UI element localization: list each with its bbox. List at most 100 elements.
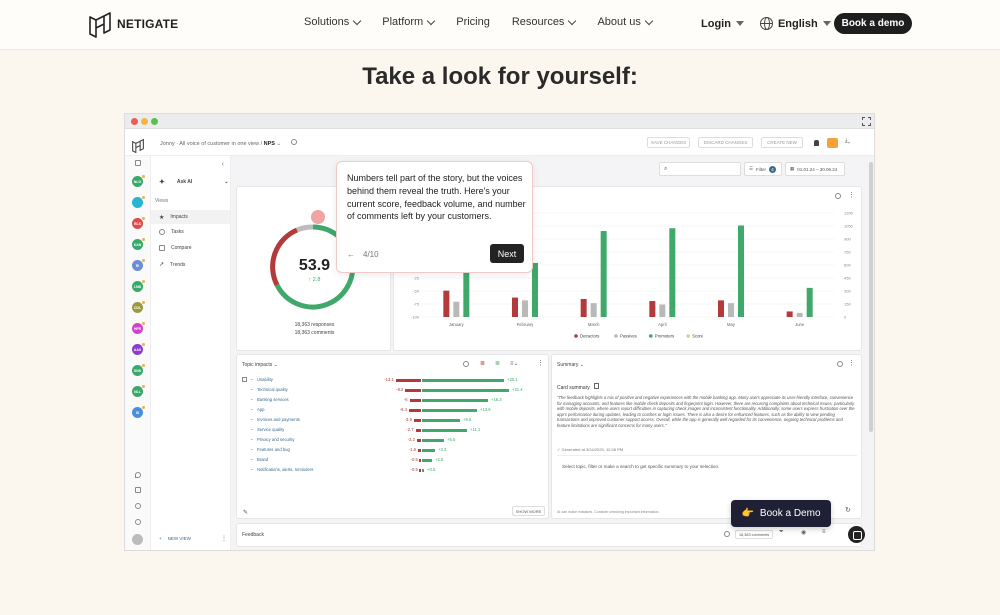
download-icon[interactable]: ⤓⌄ (845, 138, 859, 148)
sort-icon[interactable]: ≡⌄ (510, 360, 519, 367)
edit-icon[interactable]: ✎ (243, 509, 248, 516)
netigate-logo[interactable]: NETIGATE (87, 10, 178, 38)
topic-impacts-title[interactable]: Topic impacts ⌄ (242, 362, 278, 368)
more-icon[interactable]: ⋮ (537, 359, 544, 367)
language-selector[interactable]: English (759, 17, 831, 30)
workspace-avatar[interactable]: HFR (132, 322, 145, 334)
sidebar-item-impacts[interactable]: ★ Impacts (151, 210, 230, 224)
x-tick-label: March (588, 322, 600, 327)
y-right-tick-label: 1050 (844, 224, 854, 229)
topic-row[interactable]: ⌄ Invoices and payments -3.9 +9.5 (237, 416, 547, 426)
show-more-button[interactable]: SHOW MORE (512, 506, 545, 516)
workspace-avatar[interactable]: RLS (132, 217, 145, 229)
calendar-icon[interactable] (135, 487, 141, 493)
chevron-down-icon[interactable]: ⌄ (250, 446, 254, 451)
nav-resources[interactable]: Resources (512, 16, 577, 28)
workspace-avatar[interactable]: KAN (132, 238, 145, 250)
sidebar-item-trends[interactable]: ↗ Trends (159, 261, 185, 269)
topic-row[interactable]: ⌄ Service quality -2.7 +11.1 (237, 426, 547, 436)
sidebar-item-compare[interactable]: Compare (159, 245, 192, 251)
book-a-demo-button[interactable]: Book a demo (834, 13, 912, 34)
filter-icon[interactable]: ⏷ (779, 529, 784, 536)
y-left-tick-label: -75 (413, 302, 420, 307)
chevron-down-icon[interactable]: ⌄ (250, 406, 254, 411)
tour-hotspot[interactable] (311, 210, 325, 224)
nav-pricing[interactable]: Pricing (456, 16, 490, 28)
nav-about-us[interactable]: About us (597, 16, 654, 28)
chevron-down-icon[interactable]: ⌄ (250, 386, 254, 391)
workspace-avatar[interactable]: NLG (132, 175, 145, 187)
search-input[interactable]: ⌕ (659, 162, 741, 176)
back-arrow-icon[interactable]: ← (347, 250, 355, 259)
topic-row[interactable]: ⌄ Technical quality -8.2 +21.4 (237, 386, 547, 396)
refresh-icon[interactable]: ↻ (845, 506, 851, 514)
chevron-down-icon[interactable]: ⌄ (250, 416, 254, 421)
share-icon[interactable] (827, 138, 838, 148)
more-icon[interactable]: ⋮ (848, 359, 855, 367)
workspace-avatar[interactable]: CDL (132, 301, 145, 313)
help-icon[interactable] (135, 519, 141, 525)
select-checkbox[interactable] (242, 377, 247, 382)
sidebar-item-label: Tasks (171, 229, 184, 235)
expand-icon[interactable] (861, 116, 872, 127)
topic-row[interactable]: ⌄ Features and bug -1.6 +3.3 (237, 446, 547, 456)
next-button[interactable]: Next (490, 244, 524, 263)
breadcrumb-current[interactable]: NPS (264, 141, 275, 147)
nav-solutions[interactable]: Solutions (304, 16, 362, 28)
location-icon[interactable] (135, 472, 141, 478)
sort-negative-icon[interactable]: ≣ (480, 360, 485, 367)
gear-icon[interactable] (135, 503, 141, 509)
avatar[interactable] (132, 534, 143, 545)
topic-row[interactable]: ⌄ App -6.4 +13.6 (237, 406, 547, 416)
info-icon[interactable] (837, 361, 843, 367)
workspace-avatar[interactable]: AAS (132, 343, 145, 355)
topic-row[interactable]: ⌄ Brand -0.6 +2.5 (237, 456, 547, 466)
topic-row[interactable]: ⌄ Banking services -6 +16.3 (237, 396, 547, 406)
legend-swatch (686, 334, 690, 338)
chevron-down-icon[interactable]: ⌄ (250, 436, 254, 441)
more-icon[interactable]: ⋮ (221, 535, 227, 542)
info-icon[interactable] (290, 139, 297, 145)
new-view-button[interactable]: + NEW VIEW (159, 536, 191, 541)
workspace-avatar[interactable] (132, 196, 145, 208)
workspace-avatar[interactable]: NLL (132, 385, 145, 397)
copy-icon[interactable] (594, 383, 600, 389)
chevron-down-icon[interactable]: ⌄ (250, 466, 254, 471)
save-changes-button[interactable]: SAVE CHANGES (647, 137, 690, 148)
chevron-down-icon[interactable]: ⌄ (250, 426, 254, 431)
create-new-button[interactable]: CREATE NEW (761, 137, 803, 148)
floating-book-demo-button[interactable]: 👉 Book a Demo (731, 500, 831, 527)
collapse-icon[interactable]: ‹ (222, 161, 224, 168)
discard-changes-button[interactable]: DISCARD CHANGES (698, 137, 753, 148)
chevron-down-icon[interactable]: ⌄ (250, 456, 254, 461)
workspace-avatar[interactable]: SNS (132, 364, 145, 376)
login-link[interactable]: Login (701, 18, 744, 30)
workspace-avatar[interactable]: IS (132, 406, 145, 418)
workspace-avatar[interactable]: RI (132, 259, 145, 271)
nav-platform[interactable]: Platform (382, 16, 436, 28)
summary-title[interactable]: Summary ⌄ (557, 362, 584, 368)
grid-icon[interactable] (135, 160, 141, 166)
info-icon[interactable] (724, 531, 730, 537)
sort-icon[interactable]: ≡ (822, 529, 826, 535)
topic-row[interactable]: ⌄ Privacy and security -2.2 +5.5 (237, 436, 547, 446)
eye-icon[interactable]: ◉ (801, 529, 806, 536)
filter-button[interactable]: ☰ Filter 4 (744, 162, 782, 176)
chat-icon[interactable] (848, 526, 865, 543)
chevron-down-icon[interactable]: ⌄ (250, 376, 254, 381)
negative-impact-bar (416, 439, 421, 442)
bell-icon[interactable] (814, 140, 819, 146)
workspace-avatar[interactable]: LNB (132, 280, 145, 292)
ask-ai-button[interactable]: ✦ Ask AI ⌄ (159, 178, 228, 186)
sort-positive-icon[interactable]: ≣ (495, 360, 500, 367)
topic-row[interactable]: ⌄ Usability -13.1 +20.1 (237, 376, 547, 386)
netigate-logo-icon[interactable] (131, 138, 145, 153)
sidebar-item-tasks[interactable]: Tasks (159, 229, 184, 235)
topic-row[interactable]: ⌄ Notifications, alerts, reminders -0.5 +0.… (237, 466, 547, 476)
chevron-down-icon[interactable]: ⌄ (250, 396, 254, 401)
scrollbar[interactable] (869, 162, 873, 432)
responses-count: 18,363 responses (294, 322, 335, 328)
legend-swatch (574, 334, 578, 338)
info-icon[interactable] (463, 361, 469, 367)
date-range-picker[interactable]: ▦ 01.01.24 – 30.06.24 (785, 162, 845, 176)
